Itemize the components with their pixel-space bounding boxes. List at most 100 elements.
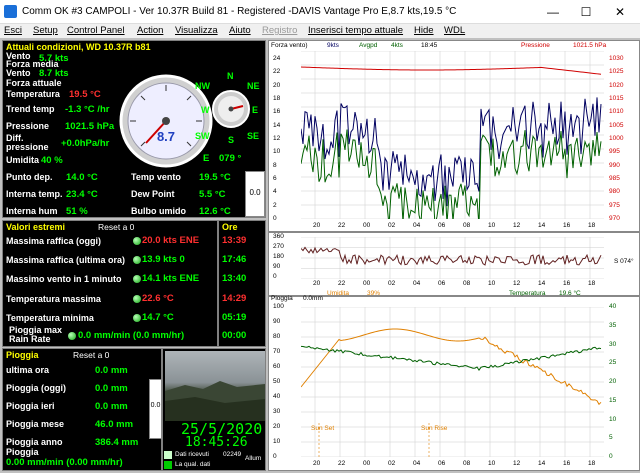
label-punto-dep: Punto dep. bbox=[6, 172, 53, 182]
axis-tick-label: 1005 bbox=[609, 121, 624, 129]
axis-tick-label: 16 bbox=[563, 222, 571, 229]
axis-tick-label: 0 bbox=[273, 273, 277, 280]
axis-tick-label: 35 bbox=[609, 321, 617, 329]
close-button[interactable]: ✕ bbox=[600, 3, 640, 21]
axis-tick-label: 990 bbox=[609, 161, 620, 169]
axis-tick-label: 70 bbox=[273, 348, 281, 355]
label-pioggia-mese: Pioggia mese bbox=[6, 419, 65, 429]
compass-s: S bbox=[228, 135, 235, 145]
axis-tick-label: 10 bbox=[488, 222, 496, 229]
axis-tick-label: 15 bbox=[609, 396, 617, 404]
data-received-label: Dati ricevuti bbox=[175, 451, 209, 458]
humidity-temperature-graph[interactable]: Pioggia 0.0mm 100 90 80 70 60 50 40 30 20 10 0 40 3… bbox=[268, 295, 640, 471]
axis-tick-label: 8 bbox=[273, 161, 277, 169]
time-temp-minima: 05:19 bbox=[222, 312, 247, 323]
label-pressione: Pressione bbox=[6, 121, 50, 131]
label-pioggia-ieri: Pioggia ieri bbox=[6, 401, 55, 411]
gauge-speed-value: 8.7 bbox=[156, 129, 176, 144]
value-pioggia-oggi: 0.0 mm bbox=[95, 383, 128, 394]
current-conditions-panel: Attuali condizioni, WD 10.37R b81 Vento … bbox=[2, 40, 266, 218]
axis-tick-label: 00 bbox=[363, 460, 371, 467]
axis-tick-label: 02 bbox=[388, 460, 396, 467]
compass-se: SE bbox=[247, 131, 260, 141]
direction-label: E bbox=[203, 153, 210, 164]
label-temp-massima: Temperatura massima bbox=[6, 294, 101, 304]
axis-tick-label: 985 bbox=[609, 175, 620, 182]
axis-tick-label: 20 bbox=[313, 222, 321, 229]
compass-sw: SW bbox=[195, 131, 210, 141]
graph-wind-label: Forza vento) bbox=[271, 42, 308, 49]
axis-tick-label: 10 bbox=[273, 148, 281, 156]
axis-tick-label: 980 bbox=[609, 188, 620, 196]
axis-tick-label: 12 bbox=[513, 280, 521, 287]
menu-action[interactable]: Action bbox=[137, 25, 163, 36]
direction-series bbox=[301, 246, 602, 266]
axis-tick-label: 0 bbox=[273, 453, 277, 460]
menu-visualizza[interactable]: Visualizza bbox=[175, 25, 218, 36]
rain-graph-label: Pioggia bbox=[271, 295, 293, 302]
value-max-vento-1min: 14.1 kts ENE bbox=[142, 273, 200, 284]
axis-tick-label: 16 bbox=[563, 280, 571, 287]
axis-tick-label: 14 bbox=[538, 460, 546, 467]
axis-tick-label: 90 bbox=[273, 318, 281, 325]
rain-panel: Pioggia Reset a 0 ultima ora 0.0 mm Piog… bbox=[2, 348, 162, 471]
status-led-icon bbox=[68, 332, 76, 340]
webcam-image[interactable] bbox=[165, 351, 265, 421]
app-icon bbox=[4, 5, 17, 18]
time-pioggia-max-rate: 00:00 bbox=[222, 330, 247, 341]
axis-tick-label: 20 bbox=[273, 423, 281, 430]
axis-tick-label: 20 bbox=[313, 280, 321, 287]
label-max-raffica-ora: Massima raffica (ultima ora) bbox=[6, 255, 126, 265]
axis-tick-label: 30 bbox=[273, 408, 281, 415]
label-forza-attuale: Forza attuale bbox=[6, 78, 62, 88]
axis-tick-label: 6 bbox=[273, 175, 277, 182]
axis-tick-label: 25 bbox=[609, 359, 617, 367]
alarm-status: Allum bbox=[245, 455, 262, 462]
label-pioggia-oggi: Pioggia (oggi) bbox=[6, 383, 66, 393]
label-pioggia-max-rate: Pioggia max Rain Rate bbox=[9, 325, 63, 344]
wind-pressure-graph[interactable]: Forza vento) 9kts Avgpd 4kts 18:45 Press… bbox=[268, 40, 640, 232]
menu-wdl[interactable]: WDL bbox=[444, 25, 465, 36]
rain-header: Pioggia bbox=[6, 350, 39, 360]
menu-inserisci[interactable]: Inserisci tempo attuale bbox=[308, 25, 403, 36]
axis-tick-label: 06 bbox=[438, 460, 446, 467]
label-diff-pressione: Diff. pressione bbox=[6, 133, 49, 152]
axis-tick-label: 12 bbox=[273, 135, 281, 142]
axis-tick-label: 20 bbox=[313, 460, 321, 467]
menu-aiuto[interactable]: Aiuto bbox=[229, 25, 251, 36]
data-received-count: 02249 bbox=[223, 451, 242, 458]
direction-degrees: 079 ° bbox=[219, 153, 242, 164]
value-interna-temp: 23.4 °C bbox=[66, 189, 98, 200]
axis-tick-label: 970 bbox=[609, 215, 620, 222]
sunset-marker: Sun Set bbox=[311, 425, 335, 432]
data-received-indicator bbox=[164, 451, 172, 459]
value-max-raffica-ora: 13.9 kts 0 bbox=[142, 254, 185, 265]
time-max-vento-1min: 13:40 bbox=[222, 273, 247, 284]
menu-bar: Esci Setup Control Panel Action Visualiz… bbox=[0, 24, 640, 38]
axis-tick-label: 06 bbox=[438, 280, 446, 287]
current-side-box: 0.0 bbox=[245, 171, 265, 217]
menu-esci[interactable]: Esci bbox=[4, 25, 22, 36]
temperature-series bbox=[301, 345, 602, 371]
axis-tick-label: 0 bbox=[273, 215, 277, 222]
axis-tick-label: 24 bbox=[273, 55, 281, 62]
extremes-reset-button[interactable]: Reset a 0 bbox=[98, 222, 134, 232]
humidity-series bbox=[301, 328, 602, 406]
axis-tick-label: 04 bbox=[413, 280, 421, 287]
label-ultima-ora: ultima ora bbox=[6, 365, 50, 375]
menu-control-panel[interactable]: Control Panel bbox=[67, 25, 125, 36]
menu-setup[interactable]: Setup bbox=[33, 25, 58, 36]
axis-tick-label: 22 bbox=[338, 222, 346, 229]
axis-tick-label: 14 bbox=[538, 222, 546, 229]
axis-tick-label: 14 bbox=[273, 121, 281, 129]
data-quality-label: La qual. dati bbox=[175, 461, 211, 468]
axis-tick-label: 1025 bbox=[609, 68, 624, 76]
extremes-panel: Valori estremi Reset a 0 Massima raffica… bbox=[2, 220, 218, 347]
wind-direction-graph[interactable]: 360 270 180 90 0 20 22 00 02 04 06 08 10 12 14 16 18 S … bbox=[268, 232, 640, 297]
wind-series bbox=[301, 97, 602, 207]
menu-hide[interactable]: Hide bbox=[414, 25, 434, 36]
label-pioggia-anno: Pioggia anno bbox=[6, 437, 63, 447]
value-max-raffica-oggi: 20.0 kts ENE bbox=[142, 235, 200, 246]
rain-reset-button[interactable]: Reset a 0 bbox=[73, 350, 109, 360]
axis-tick-label: 20 bbox=[273, 81, 281, 89]
